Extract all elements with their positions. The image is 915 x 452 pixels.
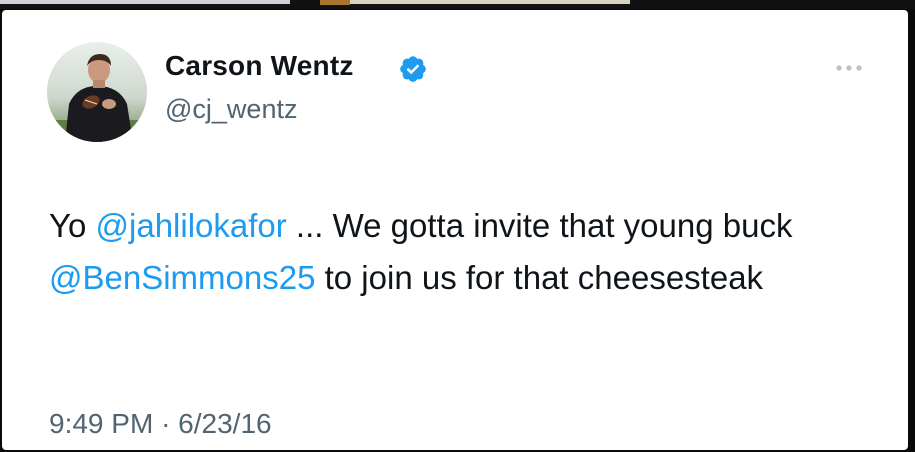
- tweet-date: 6/23/16: [178, 408, 272, 439]
- tweet-text-segment: Yo: [49, 207, 96, 244]
- avatar-photo: [47, 42, 147, 142]
- timestamp-separator: ·: [161, 408, 171, 439]
- top-edge-strip: [0, 0, 915, 9]
- mention-link[interactable]: @BenSimmons25: [49, 259, 315, 296]
- tweet-text-segment: ... We gotta invite that young buck: [286, 207, 793, 244]
- tweet-text-segment: to join us for that cheesesteak: [315, 259, 764, 296]
- avatar[interactable]: [47, 42, 147, 142]
- more-options-icon[interactable]: [835, 64, 863, 72]
- tweet-card: Carson Wentz @cj_wentz Yo @jahlilokafor …: [2, 10, 908, 450]
- tweet-text: Yo @jahlilokafor ... We gotta invite tha…: [49, 200, 869, 304]
- author-handle[interactable]: @cj_wentz: [165, 94, 297, 125]
- screenshot-frame: Carson Wentz @cj_wentz Yo @jahlilokafor …: [0, 0, 915, 452]
- verified-badge-icon: [400, 56, 426, 82]
- author-name[interactable]: Carson Wentz: [165, 50, 354, 82]
- top-edge-segment: [350, 0, 630, 4]
- tweet-timestamp[interactable]: 9:49 PM · 6/23/16: [49, 408, 272, 440]
- mention-link[interactable]: @jahlilokafor: [96, 207, 287, 244]
- tweet-time: 9:49 PM: [49, 408, 154, 439]
- top-edge-segment: [0, 0, 290, 4]
- top-edge-segment: [320, 0, 350, 5]
